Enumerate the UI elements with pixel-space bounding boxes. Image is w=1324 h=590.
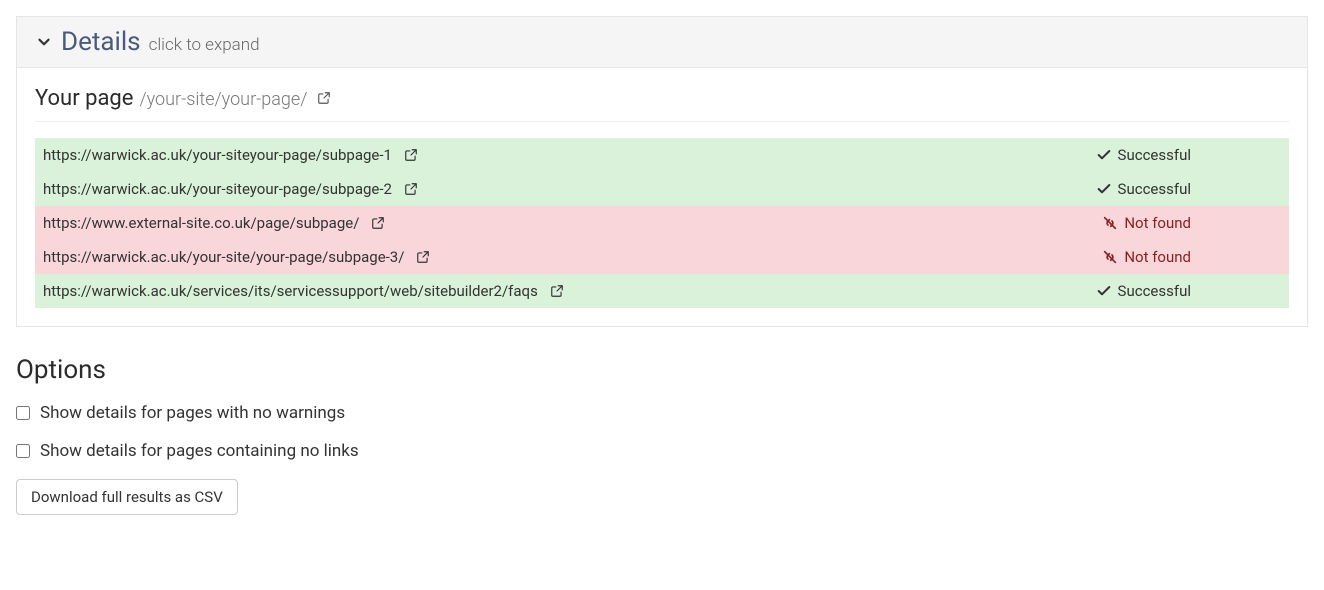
external-link-icon[interactable] (550, 284, 564, 298)
link-url-text: https://warwick.ac.uk/your-site/your-pag… (43, 248, 404, 266)
page-heading-path: /your-site/your-page/ (139, 89, 307, 110)
options-title: Options (16, 355, 1308, 385)
checkbox-no-warnings[interactable] (16, 406, 30, 420)
details-panel: Details click to expand Your page /your-… (16, 16, 1308, 327)
link-row: https://warwick.ac.uk/services/its/servi… (35, 274, 1289, 308)
link-row: https://warwick.ac.uk/your-siteyour-page… (35, 172, 1289, 206)
external-link-icon[interactable] (404, 182, 418, 196)
check-icon (1096, 283, 1112, 299)
option-no-warnings[interactable]: Show details for pages with no warnings (16, 403, 1308, 423)
link-status: Successful (1096, 180, 1281, 198)
link-url[interactable]: https://warwick.ac.uk/your-siteyour-page… (43, 180, 418, 198)
link-status-text: Not found (1124, 214, 1191, 232)
details-subtitle: click to expand (149, 35, 260, 55)
link-url-text: https://warwick.ac.uk/services/its/servi… (43, 282, 538, 300)
external-link-icon[interactable] (404, 148, 418, 162)
check-icon (1096, 147, 1112, 163)
link-url[interactable]: https://warwick.ac.uk/your-site/your-pag… (43, 248, 430, 266)
link-url[interactable]: https://warwick.ac.uk/services/its/servi… (43, 282, 564, 300)
link-url[interactable]: https://warwick.ac.uk/your-siteyour-page… (43, 146, 418, 164)
external-link-icon[interactable] (416, 250, 430, 264)
chevron-down-icon (35, 33, 53, 51)
options-section: Options Show details for pages with no w… (16, 355, 1308, 515)
check-icon (1096, 181, 1112, 197)
link-status: Not found (1102, 214, 1281, 232)
external-link-icon[interactable] (317, 91, 331, 105)
link-url-text: https://warwick.ac.uk/your-siteyour-page… (43, 146, 392, 164)
link-rows: https://warwick.ac.uk/your-siteyour-page… (35, 138, 1289, 308)
option-no-links[interactable]: Show details for pages containing no lin… (16, 441, 1308, 461)
checkbox-no-links[interactable] (16, 444, 30, 458)
link-url-text: https://www.external-site.co.uk/page/sub… (43, 214, 359, 232)
link-row: https://www.external-site.co.uk/page/sub… (35, 206, 1289, 240)
option-label: Show details for pages with no warnings (40, 403, 345, 423)
link-status: Successful (1096, 146, 1281, 164)
option-label: Show details for pages containing no lin… (40, 441, 359, 461)
details-body: Your page /your-site/your-page/ https://… (17, 68, 1307, 326)
broken-link-icon (1102, 215, 1118, 231)
external-link-icon[interactable] (371, 216, 385, 230)
page-heading-title: Your page (35, 86, 133, 111)
link-status-text: Successful (1118, 146, 1191, 164)
page-heading: Your page /your-site/your-page/ (35, 86, 1289, 122)
details-title: Details (61, 27, 141, 57)
link-status-text: Successful (1118, 180, 1191, 198)
link-status-text: Not found (1124, 248, 1191, 266)
details-header[interactable]: Details click to expand (17, 17, 1307, 68)
link-url[interactable]: https://www.external-site.co.uk/page/sub… (43, 214, 385, 232)
link-row: https://warwick.ac.uk/your-site/your-pag… (35, 240, 1289, 274)
link-url-text: https://warwick.ac.uk/your-siteyour-page… (43, 180, 392, 198)
download-csv-button[interactable]: Download full results as CSV (16, 479, 238, 515)
broken-link-icon (1102, 249, 1118, 265)
link-status-text: Successful (1118, 282, 1191, 300)
link-status: Not found (1102, 248, 1281, 266)
link-row: https://warwick.ac.uk/your-siteyour-page… (35, 138, 1289, 172)
link-status: Successful (1096, 282, 1281, 300)
